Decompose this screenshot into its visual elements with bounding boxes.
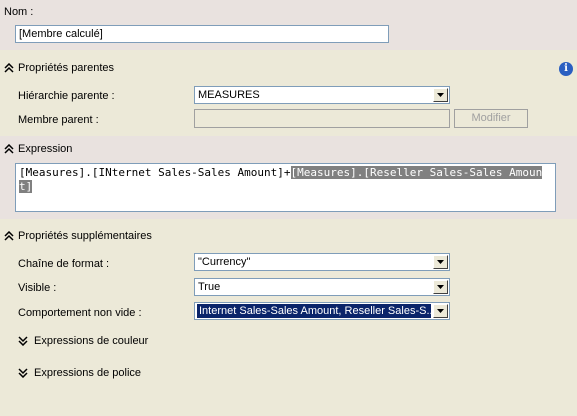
- info-icon[interactable]: i: [559, 62, 573, 76]
- name-input[interactable]: [Membre calculé]: [15, 25, 389, 43]
- visible-dropdown[interactable]: True: [194, 278, 450, 296]
- hierarchy-dropdown[interactable]: MEASURES: [194, 86, 450, 104]
- format-value: "Currency": [198, 256, 251, 268]
- visible-value: True: [198, 281, 221, 293]
- dropdown-arrow-icon[interactable]: [433, 88, 448, 102]
- collapse-icon[interactable]: [4, 63, 14, 75]
- non-empty-value: Internet Sales-Sales Amount, Reseller Sa…: [197, 304, 431, 318]
- collapse-icon[interactable]: [4, 231, 14, 243]
- parent-member-field: [194, 109, 450, 128]
- expression-editor[interactable]: [Measures].[INternet Sales-Sales Amount]…: [15, 163, 556, 212]
- additional-properties-header[interactable]: Propriétés supplémentaires: [18, 230, 152, 242]
- dropdown-arrow-icon[interactable]: [433, 280, 448, 294]
- dropdown-arrow-icon[interactable]: [433, 255, 448, 269]
- non-empty-dropdown[interactable]: Internet Sales-Sales Amount, Reseller Sa…: [194, 302, 450, 320]
- collapse-icon[interactable]: [4, 144, 14, 156]
- non-empty-label: Comportement non vide :: [18, 307, 142, 319]
- hierarchy-value: MEASURES: [198, 89, 260, 101]
- modify-button: Modifier: [454, 109, 528, 128]
- format-dropdown[interactable]: "Currency": [194, 253, 450, 271]
- font-expressions-link[interactable]: Expressions de police: [34, 367, 141, 379]
- format-label: Chaîne de format :: [18, 258, 110, 270]
- parent-member-label: Membre parent :: [18, 114, 99, 126]
- expand-icon[interactable]: [18, 368, 28, 380]
- expression-text: [Measures].[INternet Sales-Sales Amount]…: [19, 166, 291, 179]
- name-label: Nom :: [4, 6, 34, 18]
- hierarchy-label: Hiérarchie parente :: [18, 90, 115, 102]
- expression-header[interactable]: Expression: [18, 143, 72, 155]
- parent-properties-header[interactable]: Propriétés parentes: [18, 62, 114, 74]
- dropdown-arrow-icon[interactable]: [433, 304, 448, 318]
- color-expressions-link[interactable]: Expressions de couleur: [34, 335, 148, 347]
- visible-label: Visible :: [18, 282, 57, 294]
- expand-icon[interactable]: [18, 336, 28, 348]
